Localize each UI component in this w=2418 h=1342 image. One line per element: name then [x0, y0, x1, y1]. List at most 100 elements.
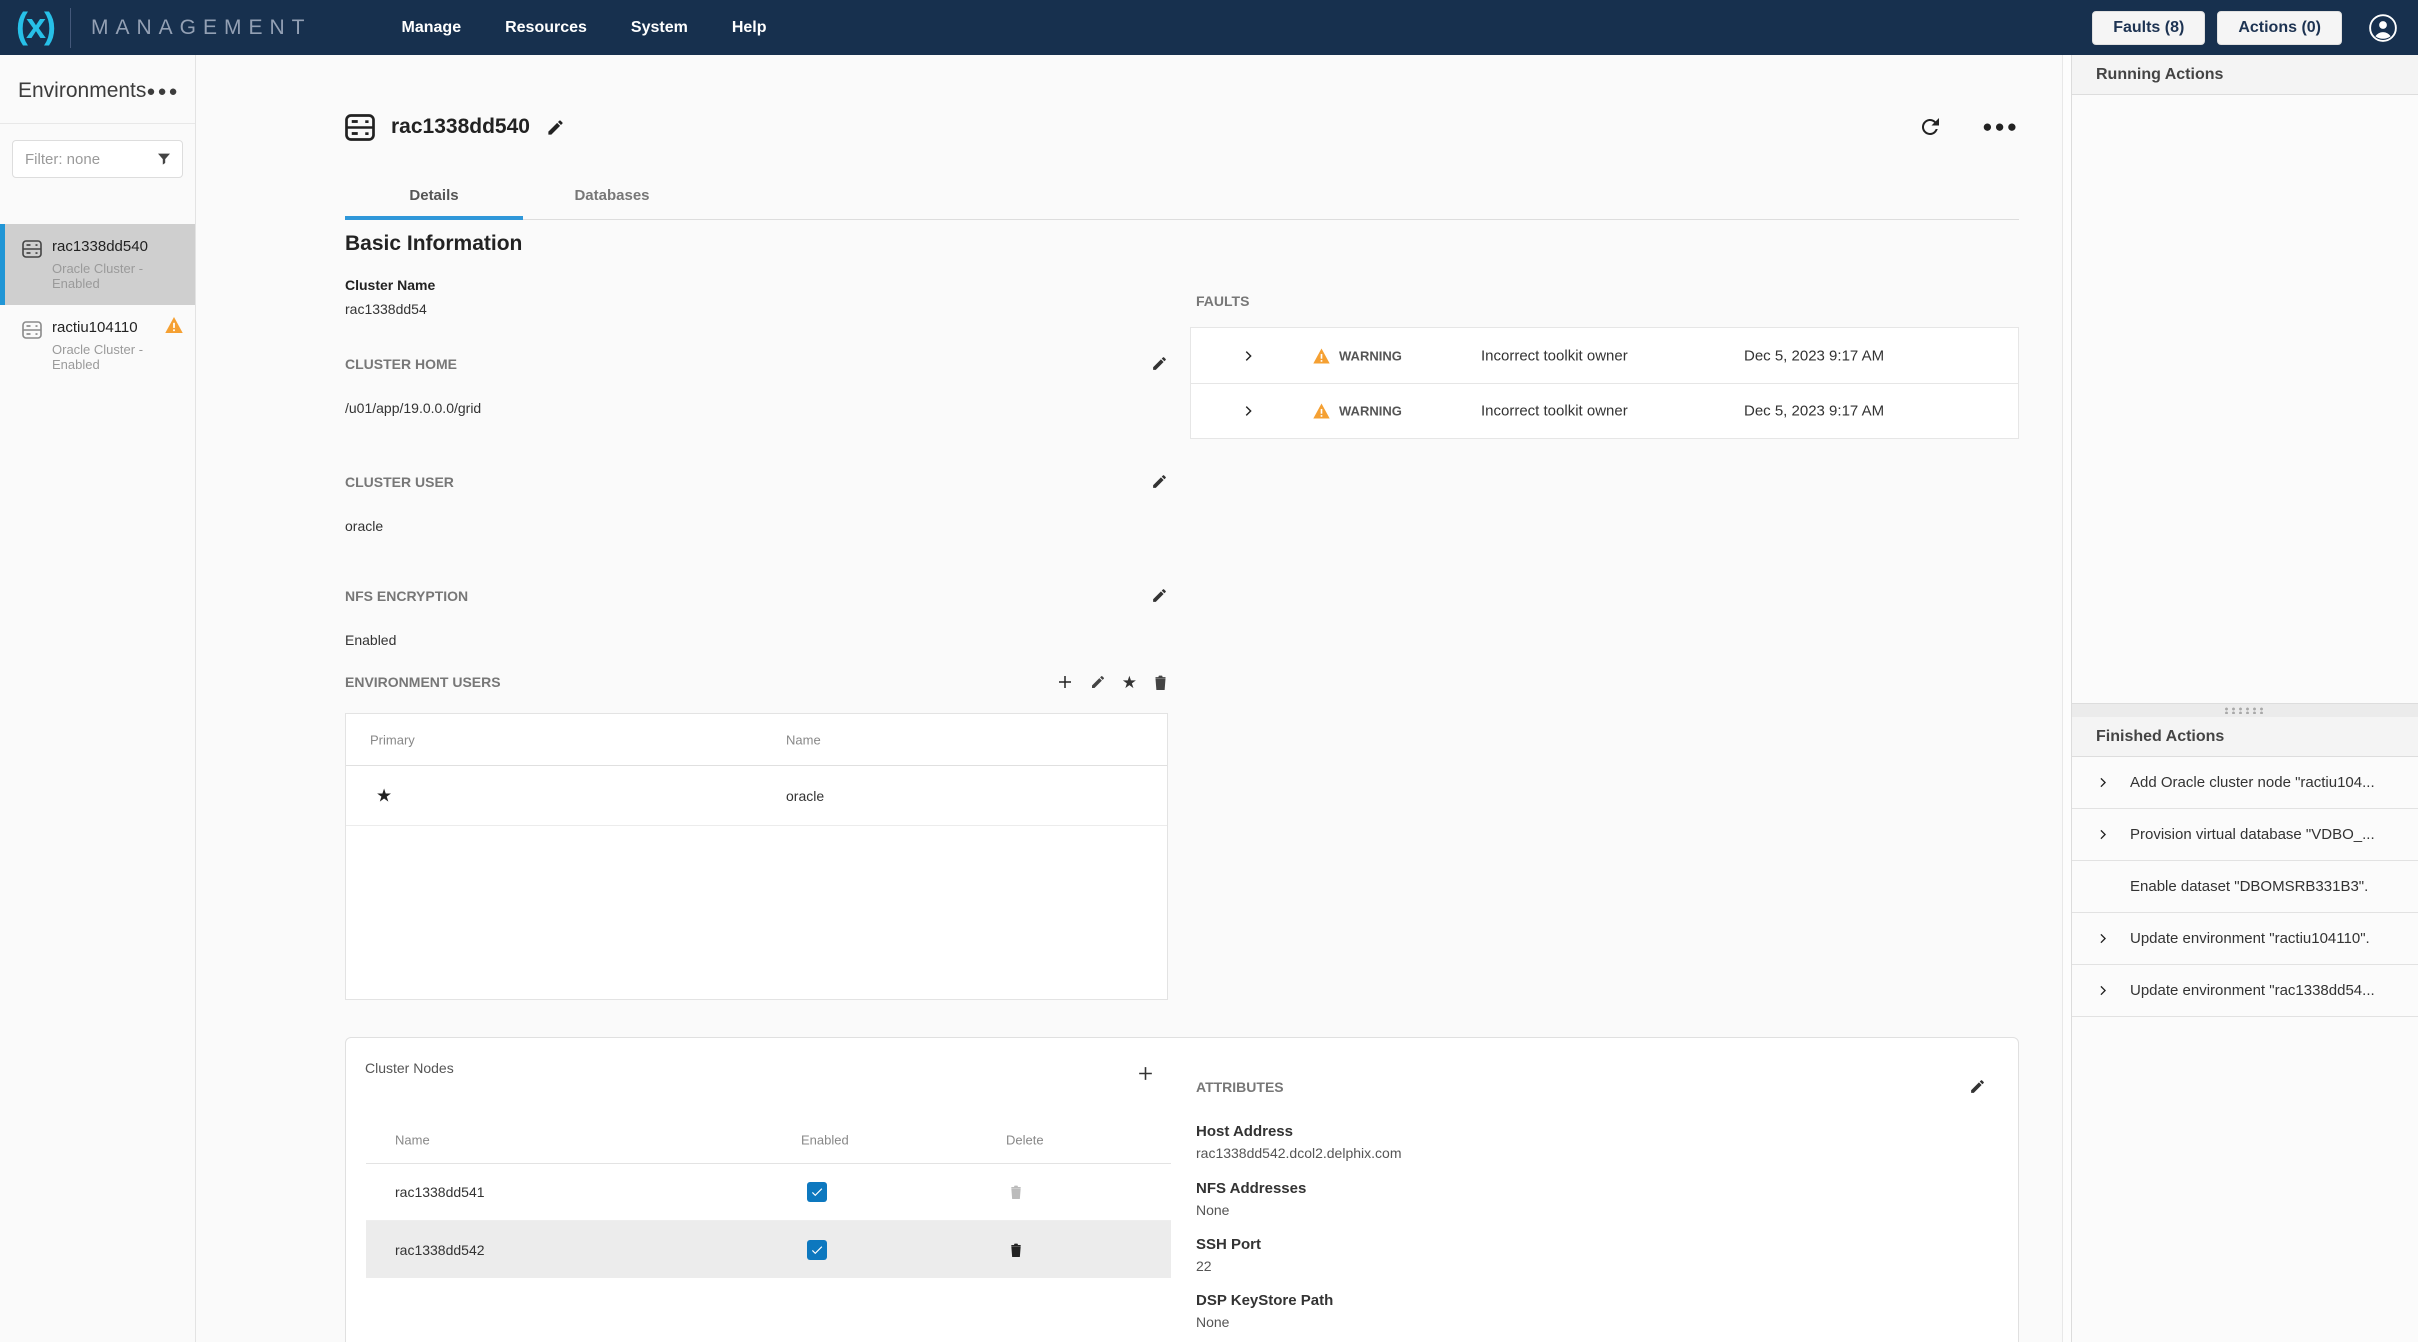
nodes-col-name: Name: [395, 1132, 430, 1147]
cluster-node-row[interactable]: rac1338dd542: [366, 1221, 1171, 1278]
users-table-header: Primary Name: [346, 714, 1167, 766]
attribute-label: DSP KeyStore Path: [1196, 1292, 1333, 1309]
attribute-label: Host Address: [1196, 1123, 1401, 1140]
cluster-home-value: /u01/app/19.0.0.0/grid: [345, 400, 1168, 416]
panel-resize-handle[interactable]: [2072, 703, 2418, 717]
sidebar-item-rac1338dd540[interactable]: rac1338dd540 Oracle Cluster - Enabled: [0, 224, 195, 305]
fault-row[interactable]: WARNING Incorrect toolkit owner Dec 5, 2…: [1190, 327, 2019, 383]
environment-users-label: ENVIRONMENT USERS: [345, 674, 501, 690]
cluster-user-label: CLUSTER USER: [345, 474, 454, 490]
cluster-home-label: CLUSTER HOME: [345, 356, 457, 372]
node-enabled-checkbox[interactable]: [807, 1240, 827, 1260]
attributes-heading: ATTRIBUTES: [1196, 1079, 1284, 1095]
chevron-right-icon[interactable]: [2096, 775, 2130, 790]
finished-action-item[interactable]: Update environment "ractiu104110".: [2072, 913, 2418, 965]
cluster-node-row[interactable]: rac1338dd541: [366, 1164, 1171, 1221]
warning-icon: [1313, 404, 1330, 419]
tab-databases[interactable]: Databases: [523, 176, 701, 219]
cluster-nodes-heading: Cluster Nodes: [365, 1060, 454, 1076]
nfs-encryption-label: NFS ENCRYPTION: [345, 588, 468, 604]
add-cluster-node-icon[interactable]: [1136, 1064, 1155, 1083]
sidebar-overflow-menu-icon[interactable]: ●●●: [146, 83, 179, 100]
page-overflow-menu-icon[interactable]: ●●●: [1982, 117, 2019, 137]
grip-dots-icon: [2223, 707, 2267, 714]
edit-title-icon[interactable]: [546, 118, 565, 137]
finished-action-label: Add Oracle cluster node "ractiu104...: [2130, 774, 2375, 791]
environment-item-text: rac1338dd540 Oracle Cluster - Enabled: [52, 238, 185, 291]
sidebar-item-ractiu104110[interactable]: ractiu104110 Oracle Cluster - Enabled: [0, 305, 195, 386]
attribute-value: None: [1196, 1314, 1333, 1330]
cluster-user-value: oracle: [345, 518, 1168, 534]
finished-action-item[interactable]: Provision virtual database "VDBO_...: [2072, 809, 2418, 861]
chevron-right-icon[interactable]: [1241, 403, 1257, 419]
server-icon: [345, 114, 375, 141]
environments-sidebar: Environments ●●●: [0, 55, 196, 1342]
finished-action-item[interactable]: Add Oracle cluster node "ractiu104...: [2072, 757, 2418, 809]
actions-button[interactable]: Actions (0): [2217, 11, 2342, 45]
node-enabled-checkbox[interactable]: [807, 1182, 827, 1202]
edit-cluster-user-icon[interactable]: [1151, 473, 1168, 490]
faults-button[interactable]: Faults (8): [2092, 11, 2205, 45]
finished-action-item[interactable]: Enable dataset "DBOMSRB331B3".: [2072, 861, 2418, 913]
refresh-icon[interactable]: [1918, 115, 1942, 139]
edit-cluster-home-icon[interactable]: [1151, 355, 1168, 372]
finished-action-item[interactable]: Update environment "rac1338dd54...: [2072, 965, 2418, 1017]
server-icon: [22, 321, 42, 372]
tab-details[interactable]: Details: [345, 176, 523, 219]
environment-filter: [12, 140, 183, 178]
environment-details-main: rac1338dd540 ●●● Details Databases Basic…: [196, 55, 2062, 1342]
nav-item-system[interactable]: System: [631, 19, 688, 37]
nav-item-resources[interactable]: Resources: [505, 19, 587, 37]
actions-panel: Running Actions Finished Actions Add Ora…: [2072, 55, 2418, 1342]
delete-node-trash-icon[interactable]: [1009, 1184, 1023, 1200]
attribute-field: SSH Port 22: [1196, 1236, 1261, 1274]
user-avatar-icon[interactable]: [2368, 13, 2398, 43]
cluster-name-value: rac1338dd54: [345, 301, 435, 317]
chevron-right-icon[interactable]: [1241, 348, 1257, 364]
main-scrollbar-track[interactable]: [2062, 55, 2072, 1342]
add-user-icon[interactable]: [1056, 673, 1074, 691]
attribute-label: NFS Addresses: [1196, 1180, 1306, 1197]
nfs-encryption-section: NFS ENCRYPTION Enabled: [345, 587, 1168, 648]
brand-label: MANAGEMENT: [91, 16, 312, 40]
environment-title-row: rac1338dd540 ●●●: [345, 107, 2019, 147]
nfs-encryption-value: Enabled: [345, 632, 1168, 648]
warning-icon: [1313, 348, 1330, 363]
attribute-value: rac1338dd542.dcol2.delphix.com: [1196, 1145, 1401, 1161]
delete-user-trash-icon[interactable]: [1153, 674, 1168, 691]
nav-menu: Manage Resources System Help: [402, 19, 767, 37]
cluster-nodes-card: Cluster Nodes Name Enabled Delete rac133…: [345, 1037, 2019, 1342]
users-col-name: Name: [786, 732, 821, 747]
cluster-user-section: CLUSTER USER oracle: [345, 473, 1168, 534]
environment-users-table: Primary Name ★ oracle: [345, 713, 1168, 1000]
filter-input[interactable]: [25, 151, 156, 168]
chevron-right-icon[interactable]: [2096, 983, 2130, 998]
attribute-value: None: [1196, 1202, 1306, 1218]
nav-item-manage[interactable]: Manage: [402, 19, 462, 37]
nav-item-help[interactable]: Help: [732, 19, 767, 37]
nav-divider: [70, 8, 71, 48]
chevron-right-icon[interactable]: [2096, 931, 2130, 946]
fault-date: Dec 5, 2023 9:17 AM: [1744, 347, 1884, 364]
environment-name: rac1338dd540: [52, 238, 185, 255]
cluster-name-label: Cluster Name: [345, 277, 435, 293]
user-row-oracle[interactable]: ★ oracle: [346, 766, 1167, 826]
set-primary-user-star-icon[interactable]: ★: [1122, 674, 1137, 691]
attributes-section: ATTRIBUTES Host Address rac1338dd542.dco…: [1196, 1038, 2006, 1342]
edit-user-icon[interactable]: [1090, 674, 1106, 690]
environment-subtitle: Oracle Cluster - Enabled: [52, 261, 185, 291]
delete-node-trash-icon[interactable]: [1009, 1242, 1023, 1258]
attribute-label: SSH Port: [1196, 1236, 1261, 1253]
users-col-primary: Primary: [370, 732, 415, 747]
node-name-cell: rac1338dd542: [395, 1242, 485, 1258]
fault-row[interactable]: WARNING Incorrect toolkit owner Dec 5, 2…: [1190, 383, 2019, 439]
top-nav: (x) MANAGEMENT Manage Resources System H…: [0, 0, 2418, 55]
chevron-right-icon[interactable]: [2096, 827, 2130, 842]
edit-attributes-icon[interactable]: [1969, 1078, 1986, 1095]
attribute-value: 22: [1196, 1258, 1261, 1274]
nav-right: Faults (8) Actions (0): [2092, 11, 2418, 45]
cluster-nodes-table-header: Name Enabled Delete: [366, 1116, 1171, 1164]
edit-nfs-encryption-icon[interactable]: [1151, 587, 1168, 604]
filter-icon[interactable]: [156, 151, 172, 167]
finished-action-label: Update environment "rac1338dd54...: [2130, 982, 2375, 999]
